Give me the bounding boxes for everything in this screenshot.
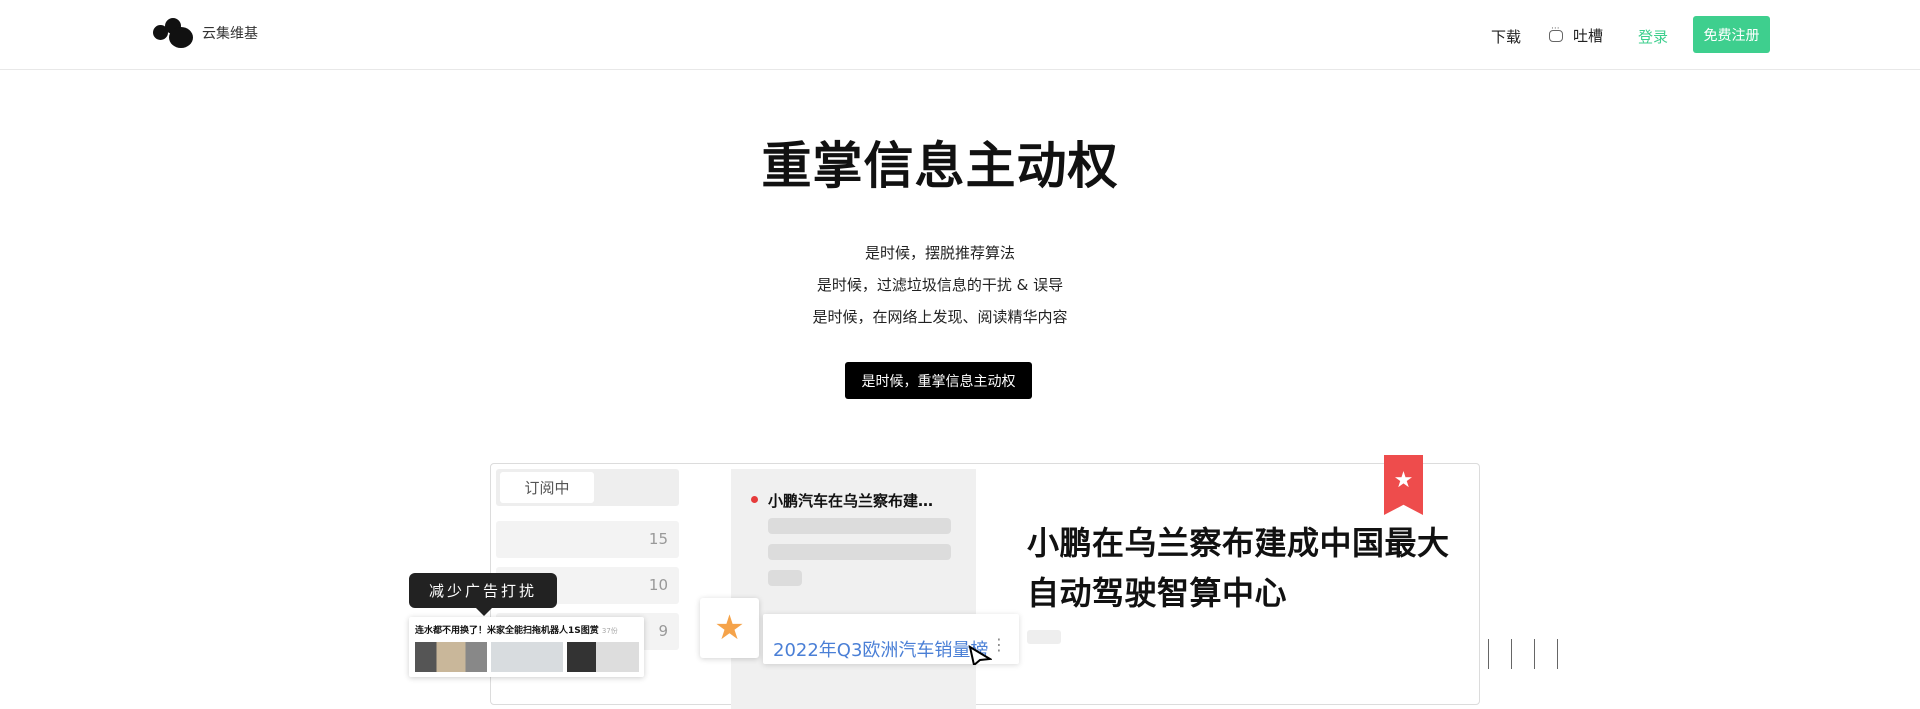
- hero-line: 是时候，在网络上发现、阅读精华内容: [812, 308, 1068, 326]
- star-card[interactable]: ★: [700, 598, 759, 658]
- logo[interactable]: 云集维基: [153, 18, 258, 48]
- hero-line: 是时候，过滤垃圾信息的干扰 & 误导: [816, 276, 1064, 294]
- nav-feedback-label: 吐槽: [1573, 27, 1604, 45]
- placeholder-bar: [768, 518, 951, 534]
- sidebar-item[interactable]: 15: [496, 521, 679, 558]
- login-link[interactable]: 登录: [1638, 26, 1668, 47]
- article-title: 小鹏在乌兰察布建成中国最大自动驾驶智算中心: [1027, 524, 1450, 612]
- sidebar-tabbar: 订阅中: [496, 469, 679, 506]
- register-button[interactable]: 免费注册: [1693, 16, 1770, 53]
- nav-feedback-link[interactable]: 吐槽: [1549, 24, 1604, 46]
- unread-dot: [751, 496, 758, 503]
- placeholder-bar: [1027, 630, 1061, 644]
- hero-line: 是时候，摆脱推荐算法: [864, 244, 1015, 262]
- top-nav: 云集维基 下载 吐槽 登录 免费注册: [0, 0, 1920, 70]
- placeholder-bar: [768, 570, 802, 586]
- nav-download-link[interactable]: 下载: [1491, 26, 1521, 47]
- feed-list: 小鹏汽车在乌兰察布建…: [731, 469, 976, 709]
- star-bookmark-icon[interactable]: ★: [1384, 455, 1423, 515]
- tab-subscribed[interactable]: 订阅中: [500, 472, 594, 503]
- feed-item-title[interactable]: 小鹏汽车在乌兰察布建…: [768, 490, 968, 511]
- chat-bubble-icon: [1549, 24, 1563, 42]
- ad-title: 连水都不用换了！米家全能扫拖机器人1S图赏: [415, 626, 599, 636]
- ad-thumbnail: [491, 642, 563, 672]
- hero-cta-button[interactable]: 是时候，重掌信息主动权: [845, 362, 1032, 399]
- ad-count: 37份: [601, 627, 618, 635]
- ad-reduce-tooltip: 减少广告打扰: [409, 573, 557, 616]
- logo-icon: [153, 18, 193, 48]
- hero-subtitle: 是时候，摆脱推荐算法 是时候，过滤垃圾信息的干扰 & 误导 是时候，在网络上发现…: [0, 241, 1880, 337]
- article-link[interactable]: 2022年Q3欧洲汽车销量榜: [773, 636, 988, 662]
- ad-text: 连水都不用换了！米家全能扫拖机器人1S图赏 37份: [415, 623, 618, 636]
- mouse-cursor-icon: [968, 645, 992, 665]
- star-icon: ★: [714, 608, 745, 648]
- hero-title: 重掌信息主动权: [761, 137, 1119, 195]
- ad-thumbnail: [567, 642, 639, 672]
- placeholder-bar: [768, 544, 951, 560]
- more-vertical-icon[interactable]: ⋮: [991, 637, 1007, 653]
- logo-text: 云集维基: [202, 26, 258, 42]
- ad-card[interactable]: 连水都不用换了！米家全能扫拖机器人1S图赏 37份: [409, 617, 644, 677]
- ad-thumbnail: [415, 642, 487, 672]
- decorative-lines: [1488, 639, 1580, 669]
